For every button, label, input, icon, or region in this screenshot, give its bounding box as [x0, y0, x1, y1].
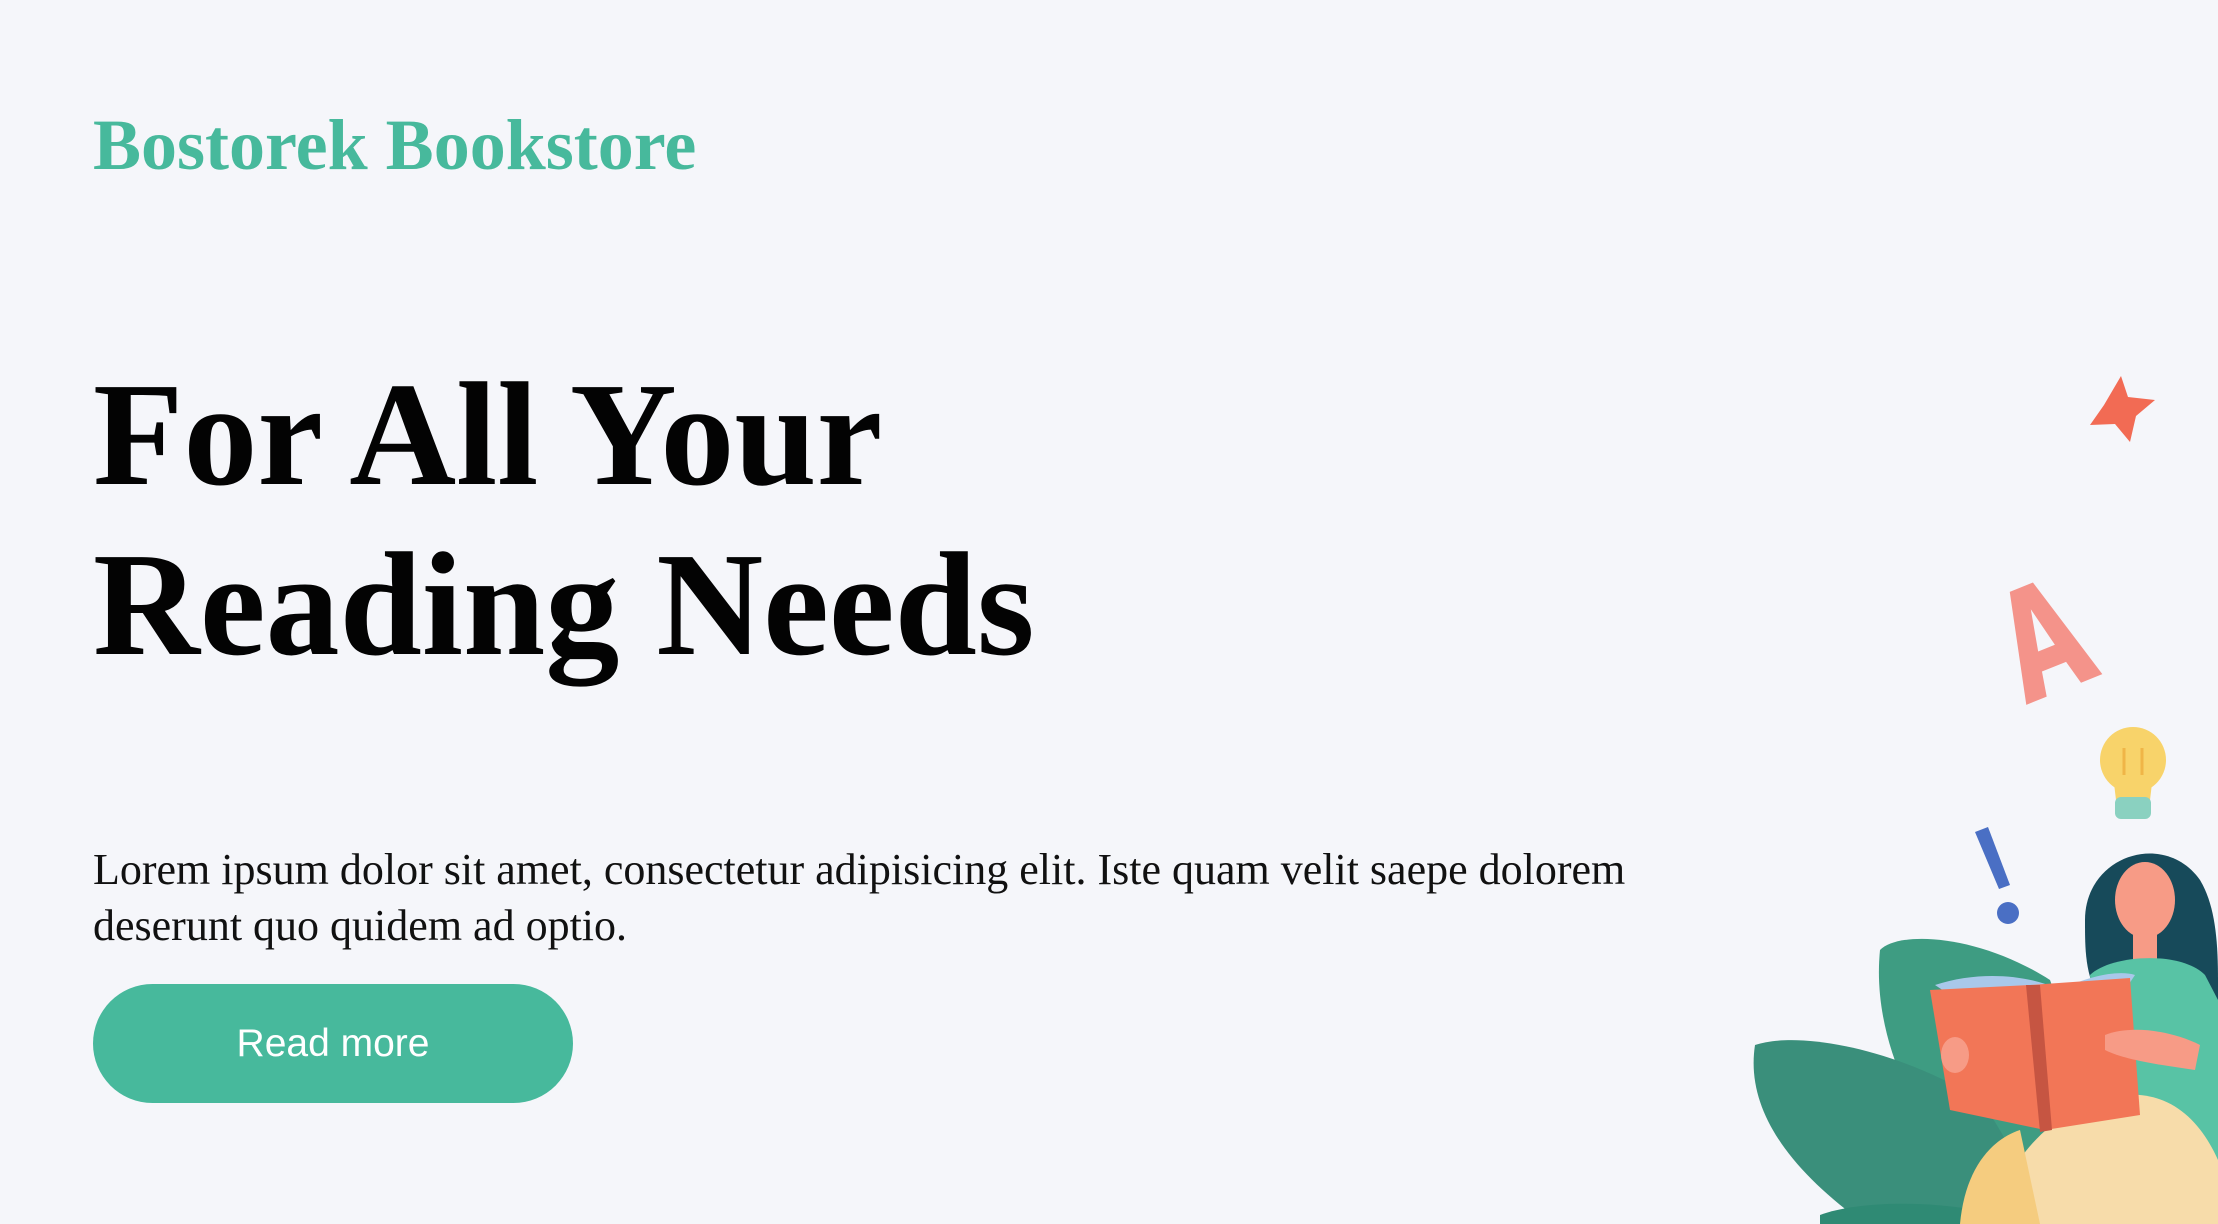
- read-more-button[interactable]: Read more: [93, 984, 573, 1103]
- hero-headline: For All Your Reading Needs: [93, 350, 1034, 690]
- star-icon: [2090, 376, 2155, 442]
- lightbulb-icon: [2100, 727, 2166, 819]
- exclamation-icon: [1975, 827, 2019, 924]
- letter-a-icon: [2009, 582, 2103, 705]
- brand-logo[interactable]: Bostorek Bookstore: [93, 100, 696, 190]
- hero-headline-line-2: Reading Needs: [93, 523, 1035, 687]
- hand: [1941, 1037, 1969, 1073]
- hero-headline-line-1: For All Your: [93, 353, 883, 517]
- hero-description: Lorem ipsum dolor sit amet, consectetur …: [93, 845, 1626, 950]
- hero-illustration: [1753, 376, 2218, 1224]
